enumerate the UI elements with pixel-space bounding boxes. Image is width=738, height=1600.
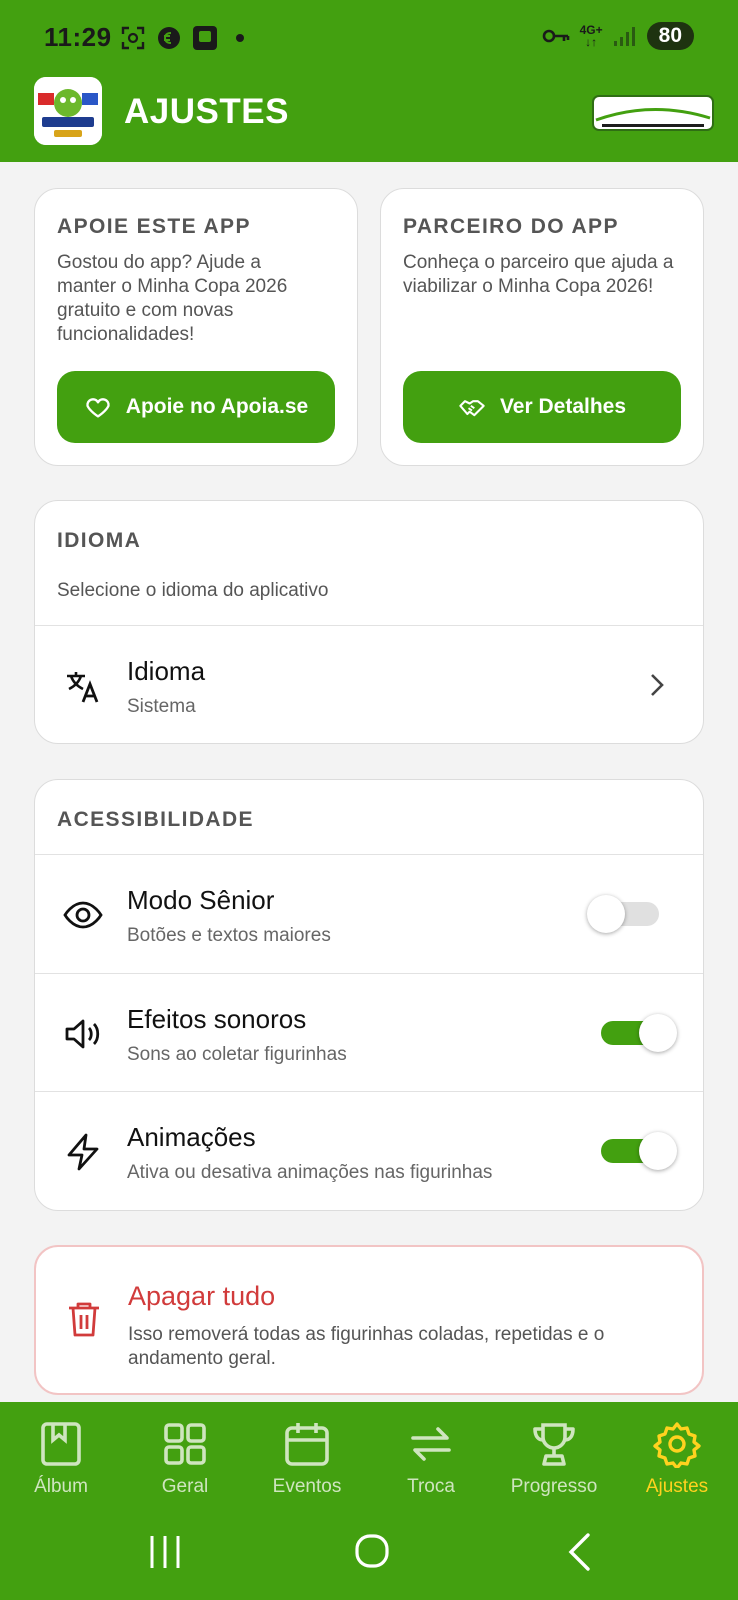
notification-icons	[120, 24, 244, 52]
support-card-description: Gostou do app? Ajude a manter o Minha Co…	[57, 252, 288, 345]
delete-all-description: Isso removerá todas as figurinhas colada…	[128, 1324, 605, 1369]
partner-logo-graphic	[592, 95, 714, 131]
swap-icon	[411, 1427, 451, 1461]
sound-effects-subtitle: Sons ao coletar figurinhas	[127, 1044, 347, 1065]
language-row-title: Idioma	[127, 656, 206, 686]
language-section: IDIOMA Selecione o idioma do aplicativo …	[34, 500, 704, 744]
heart-icon	[86, 398, 110, 418]
volume-icon	[65, 1019, 100, 1049]
language-section-description: Selecione o idioma do aplicativo	[57, 580, 329, 601]
nav-ajustes-label: Ajustes	[645, 1476, 709, 1497]
senior-mode-toggle[interactable]	[587, 893, 667, 935]
partner-logo[interactable]	[592, 90, 714, 134]
app-logo	[34, 77, 102, 145]
battery-indicator: 80	[646, 22, 694, 50]
senior-mode-title: Modo Sênior	[127, 885, 275, 915]
trash-icon	[69, 1302, 99, 1337]
accessibility-section-title: ACESSIBILIDADE	[57, 808, 254, 831]
support-button-label: Apoie no Apoia.se	[125, 395, 309, 418]
back-icon[interactable]	[566, 1532, 592, 1572]
bottom-navigation: Álbum Geral Eventos Troca Progresso Ajus…	[0, 1402, 738, 1600]
calendar-icon	[285, 1423, 329, 1466]
data-arrows-icon: ↓↑	[585, 35, 598, 49]
nav-album[interactable]: Álbum	[6, 1420, 116, 1498]
partner-details-button[interactable]: Ver Detalhes	[403, 371, 681, 443]
home-icon[interactable]	[354, 1532, 390, 1570]
toggle-knob	[639, 1014, 677, 1052]
nav-geral[interactable]: Geral	[130, 1420, 240, 1498]
gear-icon	[653, 1422, 701, 1468]
animations-row: Animações Ativa ou desativa animações na…	[35, 1092, 703, 1210]
partner-card-description: Conheça o parceiro que ajuda a viabiliza…	[403, 252, 674, 297]
accessibility-section: ACESSIBILIDADE Modo Sênior Botões e text…	[34, 779, 704, 1211]
language-section-title: IDIOMA	[57, 529, 142, 552]
app-notification-icon	[193, 26, 217, 50]
currency-icon	[158, 27, 180, 49]
support-card: APOIE ESTE APP Gostou do app? Ajude a ma…	[34, 188, 358, 466]
senior-mode-row: Modo Sênior Botões e textos maiores	[35, 855, 703, 973]
trophy-icon	[533, 1423, 575, 1466]
translate-icon	[67, 672, 99, 703]
nav-ajustes[interactable]: Ajustes	[622, 1420, 732, 1498]
toggle-knob	[587, 895, 625, 933]
system-navigation-bar	[0, 1522, 738, 1582]
sound-effects-toggle[interactable]	[601, 1012, 681, 1054]
animations-title: Animações	[127, 1122, 256, 1152]
animations-toggle[interactable]	[601, 1130, 681, 1172]
status-time: 11:29	[44, 22, 112, 52]
nav-progresso[interactable]: Progresso	[499, 1420, 609, 1498]
senior-mode-subtitle: Botões e textos maiores	[127, 925, 331, 946]
nav-geral-label: Geral	[161, 1476, 209, 1497]
partner-button-label: Ver Detalhes	[499, 395, 627, 418]
nav-eventos-label: Eventos	[272, 1476, 342, 1497]
nav-eventos[interactable]: Eventos	[252, 1420, 362, 1498]
lightning-icon	[67, 1133, 99, 1171]
sound-effects-row: Efeitos sonoros Sons ao coletar figurinh…	[35, 974, 703, 1091]
grid-icon	[164, 1423, 206, 1465]
screenshot-icon	[121, 26, 145, 50]
language-row[interactable]: Idioma Sistema	[35, 626, 703, 743]
album-icon	[41, 1422, 81, 1466]
support-card-title: APOIE ESTE APP	[57, 215, 251, 238]
toggle-knob	[639, 1132, 677, 1170]
signal-icon	[613, 27, 635, 46]
nav-progresso-label: Progresso	[510, 1476, 598, 1497]
key-icon	[542, 29, 569, 43]
nav-troca-label: Troca	[407, 1476, 455, 1497]
animations-subtitle: Ativa ou desativa animações nas figurinh…	[127, 1162, 493, 1183]
partner-card: PARCEIRO DO APP Conheça o parceiro que a…	[380, 188, 704, 466]
handshake-icon	[459, 400, 485, 417]
network-indicator: 4G+ ↓↑	[580, 24, 603, 48]
delete-all-title: Apagar tudo	[128, 1281, 276, 1311]
app-logo-graphic	[34, 77, 102, 145]
eye-icon	[63, 901, 103, 929]
more-notifications-dot	[236, 34, 244, 42]
nav-troca[interactable]: Troca	[376, 1420, 486, 1498]
support-button[interactable]: Apoie no Apoia.se	[57, 371, 335, 443]
language-row-value: Sistema	[127, 696, 196, 717]
app-header: 11:29 4G+ ↓↑ 80 AJUSTES	[0, 0, 738, 162]
delete-all-card[interactable]: Apagar tudo Isso removerá todas as figur…	[34, 1245, 704, 1395]
nav-album-label: Álbum	[34, 1476, 88, 1497]
recent-apps-icon[interactable]	[148, 1534, 182, 1570]
page-title: AJUSTES	[124, 92, 289, 131]
status-right-icons: 4G+ ↓↑ 80	[542, 22, 694, 50]
partner-card-title: PARCEIRO DO APP	[403, 215, 619, 238]
status-bar: 11:29 4G+ ↓↑ 80	[0, 0, 738, 70]
chevron-right-icon	[651, 674, 664, 696]
sound-effects-title: Efeitos sonoros	[127, 1004, 307, 1034]
